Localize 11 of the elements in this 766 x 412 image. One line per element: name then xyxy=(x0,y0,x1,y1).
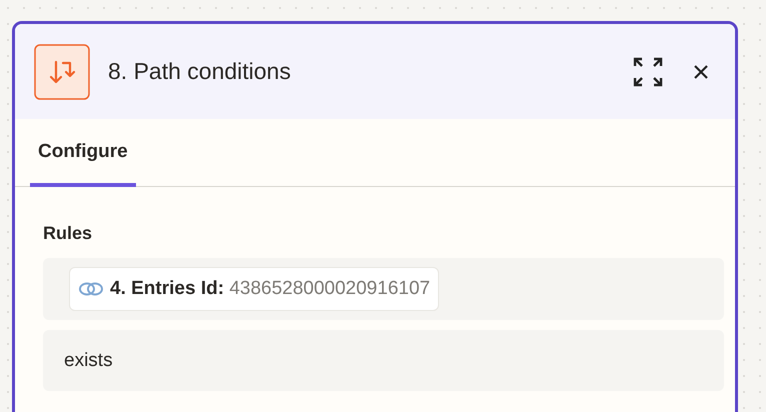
expand-icon[interactable] xyxy=(633,56,663,86)
field-chip[interactable]: 4. Entries Id: 4386528000020916107 xyxy=(69,267,440,311)
close-icon[interactable] xyxy=(693,64,709,80)
panel-title: 8. Path conditions xyxy=(108,58,292,85)
input-field[interactable]: 4. Entries Id: 4386528000020916107 xyxy=(43,258,724,320)
configure-tab[interactable]: Configure xyxy=(30,119,136,187)
arrows-icon xyxy=(34,44,90,100)
condition-field[interactable]: exists xyxy=(43,330,724,391)
rules-label: Rules xyxy=(43,223,94,244)
link-icon xyxy=(78,281,104,297)
field-reference: 4. Entries Id: 4386528000020916107 xyxy=(110,278,430,300)
